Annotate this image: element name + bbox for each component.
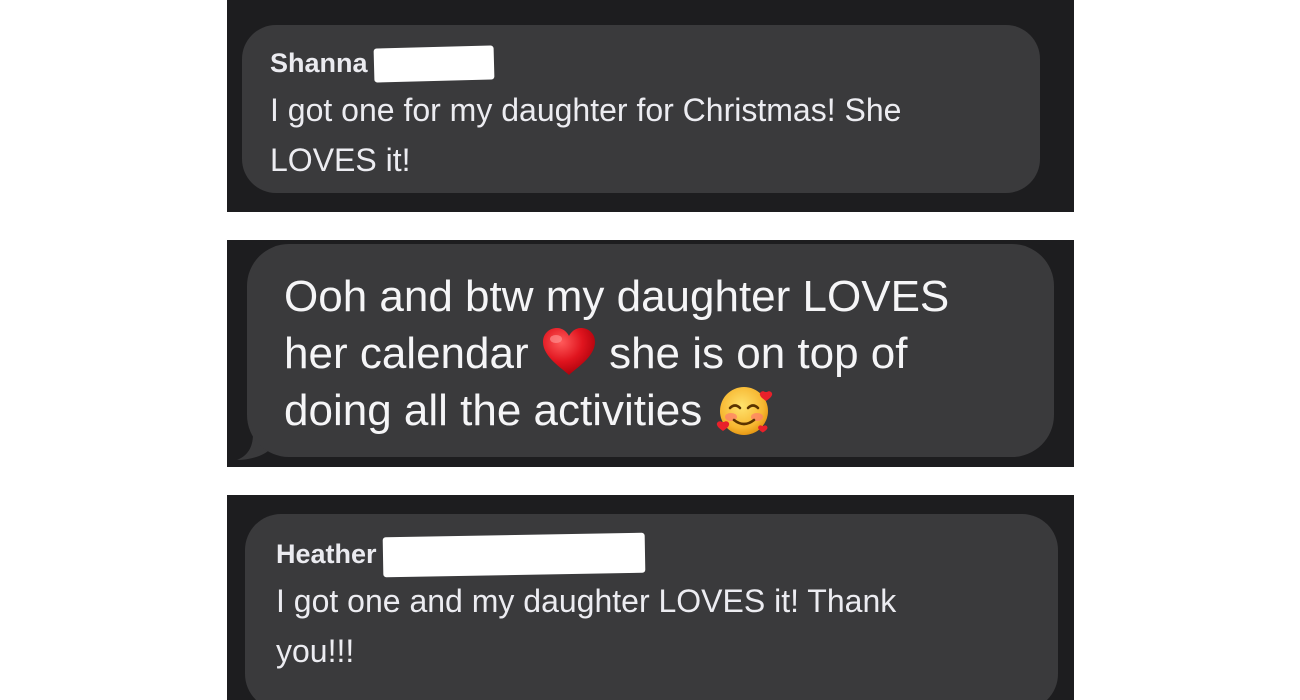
- message-screenshot-1: Shanna I got one for my daughter for Chr…: [227, 0, 1074, 212]
- sender-name: Shanna: [270, 47, 368, 78]
- red-heart-icon: [542, 328, 595, 376]
- message-line-2-end: she is on top of: [609, 329, 908, 378]
- sender-name-row: Heather: [276, 532, 645, 578]
- message-text: Ooh and btw my daughter LOVES her calend…: [284, 268, 1044, 442]
- message-bubble[interactable]: Heather I got one and my daughter LOVES …: [245, 514, 1058, 700]
- sender-name-row: Shanna: [270, 45, 494, 83]
- redaction-mark: [382, 532, 645, 578]
- message-line-2-start: her calendar: [284, 329, 529, 378]
- message-bubble[interactable]: Ooh and btw my daughter LOVES her calend…: [247, 244, 1054, 457]
- message-line-2: her calendar she is on top of: [284, 325, 1044, 382]
- smiling-face-with-hearts-icon: [717, 387, 773, 436]
- sender-name: Heather: [276, 538, 377, 569]
- message-text: I got one for my daughter for Christmas!…: [270, 92, 902, 178]
- message-line-3: doing all the activities: [284, 382, 1044, 442]
- message-screenshot-3: Heather I got one and my daughter LOVES …: [227, 495, 1074, 700]
- message-screenshot-2: Ooh and btw my daughter LOVES her calend…: [227, 240, 1074, 467]
- message-bubble[interactable]: Shanna I got one for my daughter for Chr…: [242, 25, 1040, 193]
- message-text: I got one and my daughter LOVES it! Than…: [276, 583, 897, 669]
- message-line-3-text: doing all the activities: [284, 386, 703, 435]
- message-line-1: Ooh and btw my daughter LOVES: [284, 272, 950, 321]
- redaction-mark: [373, 45, 494, 83]
